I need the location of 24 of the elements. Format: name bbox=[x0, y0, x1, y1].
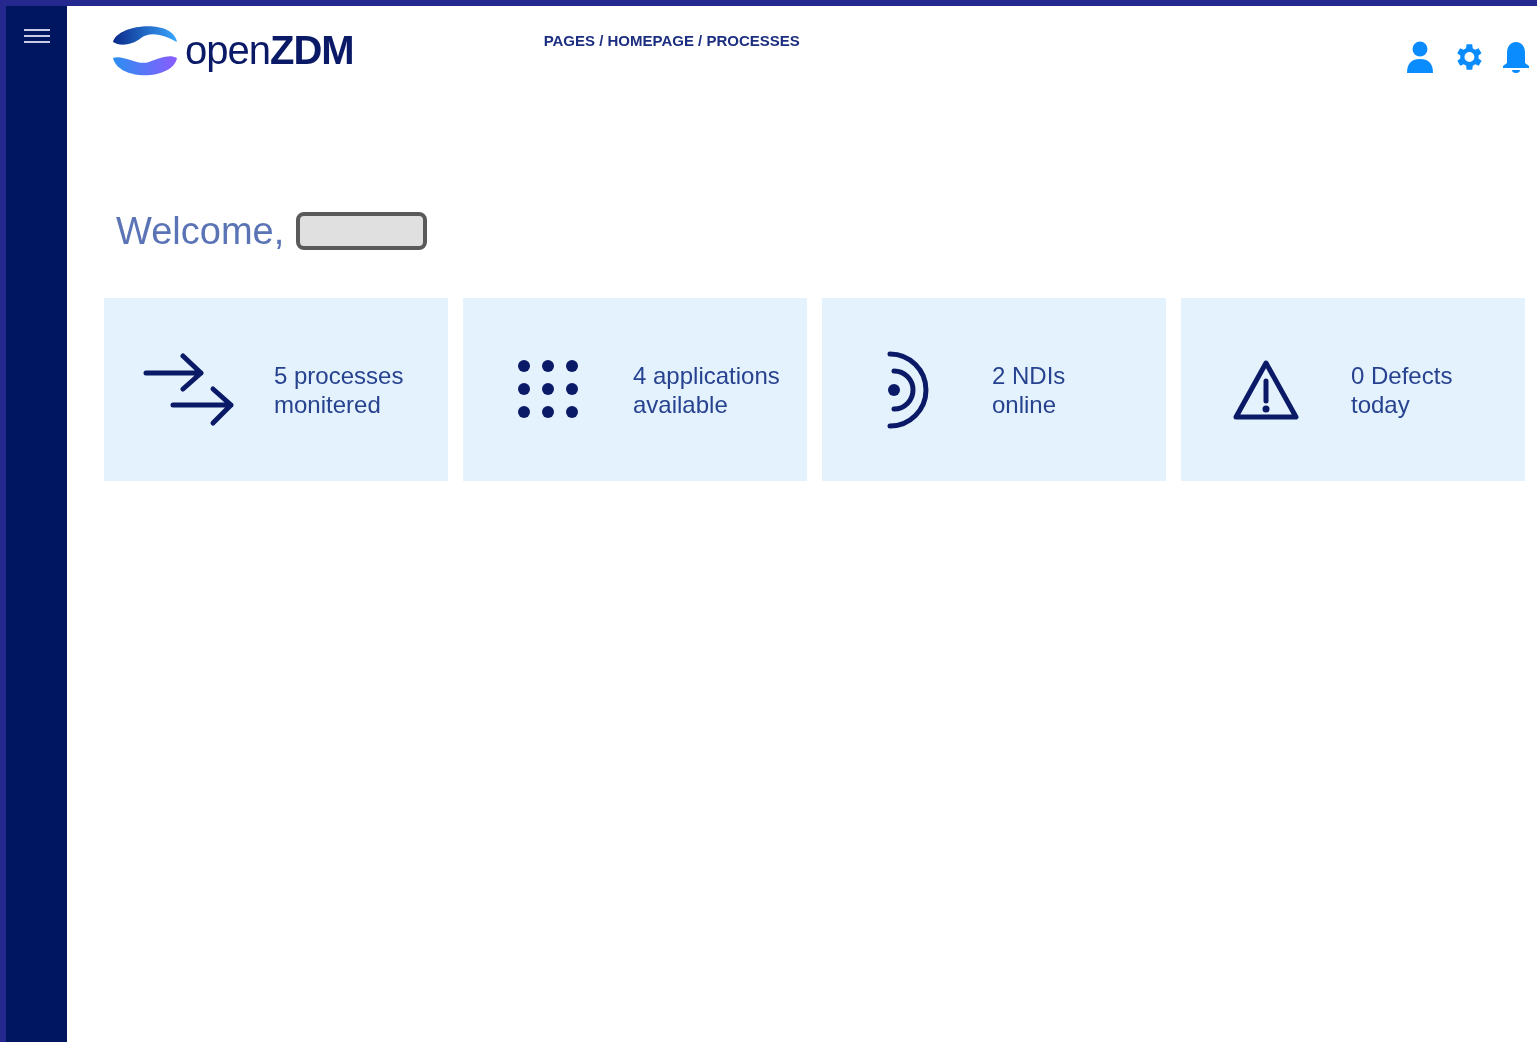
stat-text: today bbox=[1351, 389, 1411, 419]
logo-text: openZDM bbox=[185, 30, 354, 70]
user-icon bbox=[1407, 41, 1433, 73]
notifications-button[interactable] bbox=[1503, 41, 1529, 73]
stat-text: 4 applications bbox=[633, 360, 780, 390]
double-arrow-icon bbox=[143, 352, 235, 427]
stat-text: 2 NDIs bbox=[992, 360, 1066, 390]
stat-card[interactable]: 0 Defects today bbox=[1181, 298, 1525, 481]
menu-button[interactable] bbox=[22, 26, 51, 46]
stat-text: available bbox=[633, 389, 729, 419]
stat-text: monitered bbox=[274, 389, 382, 419]
warning-icon bbox=[1232, 358, 1300, 421]
bell-icon bbox=[1503, 41, 1529, 73]
breadcrumb: PAGES / HOMEPAGE / PROCESSES bbox=[543, 31, 800, 51]
stat-card[interactable]: 2 NDIs online bbox=[822, 298, 1166, 481]
stat-text: online bbox=[992, 389, 1058, 419]
stat-text: 0 Defects bbox=[1351, 360, 1453, 390]
menu-icon bbox=[22, 28, 51, 44]
stat-text: 5 processes bbox=[274, 360, 404, 390]
grid-dots-icon bbox=[517, 358, 579, 421]
welcome-text: Welcome, bbox=[116, 212, 285, 250]
stat-card[interactable]: 4 applications available bbox=[463, 298, 807, 481]
user-button[interactable] bbox=[1407, 41, 1433, 73]
stat-card[interactable]: 5 processes monitered bbox=[104, 298, 448, 481]
